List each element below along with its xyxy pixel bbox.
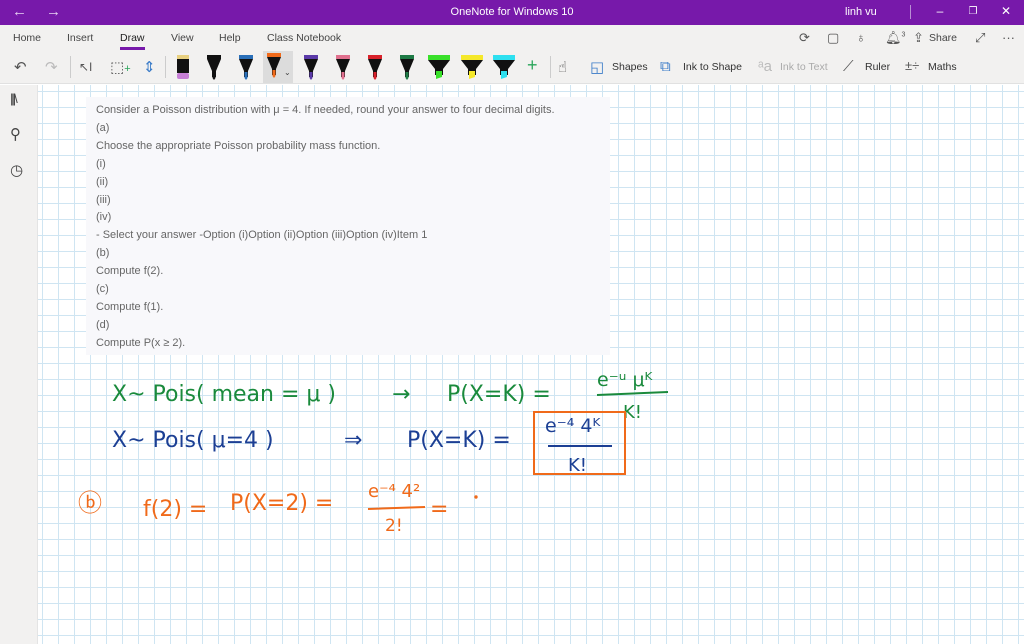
pen-glyph-icon (428, 55, 450, 79)
type-select-icon[interactable]: ↖I (79, 60, 92, 74)
question-line: (c) (96, 283, 109, 295)
search-icon[interactable]: ⚲ (10, 125, 21, 143)
question-line: Compute P(x ≥ 2). (96, 336, 186, 349)
pen-glyph-icon (304, 55, 318, 80)
notebooks-icon[interactable]: |||\ (10, 91, 18, 106)
ruler-icon: ⟋ (843, 58, 854, 75)
question-line: (a) (96, 121, 110, 134)
touch-draw-icon[interactable]: ☝ (558, 58, 567, 76)
close-button[interactable]: ✕ (996, 4, 1016, 18)
pen-glyph-icon (177, 55, 189, 79)
ruler-button[interactable]: Ruler (865, 61, 890, 73)
ink-to-text-button[interactable]: Ink to Text (780, 61, 828, 73)
pen-glyph-icon (400, 55, 414, 80)
tab-help[interactable]: Help (219, 32, 241, 44)
add-pen-button[interactable]: + (527, 55, 538, 76)
tab-home[interactable]: Home (13, 32, 41, 44)
lightbulb-icon[interactable]: ♁ (856, 30, 866, 45)
pen-pen-purple[interactable] (300, 53, 322, 81)
shapes-button[interactable]: Shapes (612, 61, 648, 73)
pen-eraser[interactable] (172, 53, 194, 81)
question-line: - Select your answer -Option (i)Option (… (96, 229, 428, 242)
pen-pen-green[interactable] (396, 53, 418, 81)
question-line: Compute f(1). (96, 300, 164, 313)
clock-icon[interactable]: ◷ (10, 161, 23, 179)
share-button[interactable]: Share (929, 32, 957, 44)
draw-toolbar: ↶ ↷ ↖I ⬚+ ⇕ ⌄ + ☝ ◱ Shapes ⧉ Ink to Shap… (0, 50, 1024, 84)
title-bar: ← → OneNote for Windows 10 linh vu – ❐ ✕ (0, 0, 1024, 25)
question-line: Choose the appropriate Poisson probabili… (96, 139, 381, 152)
tab-insert[interactable]: Insert (67, 32, 93, 44)
question-line: (iii) (96, 193, 111, 206)
lasso-select-icon[interactable]: ⬚+ (110, 58, 131, 76)
pen-highlighter-green[interactable] (426, 53, 452, 81)
question-box[interactable] (86, 97, 610, 355)
tab-draw[interactable]: Draw (120, 32, 145, 50)
pen-pen-pink[interactable] (332, 53, 354, 81)
restore-button[interactable]: ❐ (963, 6, 983, 17)
pen-highlighter-yellow[interactable] (459, 53, 485, 81)
pen-glyph-icon (267, 53, 281, 78)
chevron-down-icon[interactable]: ⌄ (284, 68, 291, 77)
divider (70, 56, 71, 78)
divider (910, 5, 911, 19)
maths-icon: ±÷ (905, 58, 920, 73)
pen-glyph-icon (207, 55, 221, 80)
question-line: (i) (96, 157, 106, 170)
undo-icon[interactable]: ↶ (14, 58, 27, 76)
sticky-notes-icon[interactable]: ▢ (827, 30, 839, 46)
question-line: Consider a Poisson distribution with μ =… (96, 104, 555, 116)
question-line: Compute f(2). (96, 265, 164, 278)
expand-icon[interactable]: ⤢ (975, 30, 985, 46)
pen-pen-blue[interactable] (235, 53, 257, 81)
tab-view[interactable]: View (171, 32, 194, 44)
pen-glyph-icon (239, 55, 253, 80)
ink-to-text-icon: ᵃa (758, 58, 772, 75)
pen-pen-orange[interactable]: ⌄ (263, 51, 293, 83)
minimize-button[interactable]: – (930, 4, 950, 18)
pen-glyph-icon (493, 55, 515, 79)
sync-icon[interactable]: ⟳ (799, 30, 810, 46)
pen-pen-black[interactable] (203, 53, 225, 81)
divider (165, 56, 166, 78)
pen-glyph-icon (368, 55, 382, 80)
ink-to-shape-button[interactable]: Ink to Shape (683, 61, 742, 73)
ink-to-shape-icon: ⧉ (660, 58, 671, 75)
tab-class-notebook[interactable]: Class Notebook (267, 32, 341, 44)
user-name[interactable]: linh vu (845, 6, 877, 18)
redo-icon[interactable]: ↷ (45, 58, 58, 76)
notification-count: 3 (901, 31, 906, 39)
question-line: (b) (96, 247, 110, 260)
divider (550, 56, 551, 78)
shapes-icon: ◱ (590, 59, 605, 76)
add-space-icon[interactable]: ⇕ (143, 58, 156, 76)
more-icon[interactable]: ··· (1002, 30, 1015, 45)
pen-glyph-icon (461, 55, 483, 79)
question-line: (iv) (96, 211, 112, 224)
maths-button[interactable]: Maths (928, 61, 957, 73)
question-line: (d) (96, 318, 110, 331)
pen-highlighter-cyan[interactable] (491, 53, 517, 81)
question-line: (ii) (96, 175, 109, 188)
share-icon[interactable]: ⇪ (913, 30, 924, 46)
bell-icon[interactable]: 🔔︎3 (885, 30, 905, 46)
pen-glyph-icon (336, 55, 350, 80)
pen-pen-red[interactable] (364, 53, 386, 81)
ribbon-tabs: Home Insert Draw View Help Class Noteboo… (0, 25, 1024, 50)
navigation-sidebar: |||\ ⚲ ◷ (0, 85, 38, 644)
